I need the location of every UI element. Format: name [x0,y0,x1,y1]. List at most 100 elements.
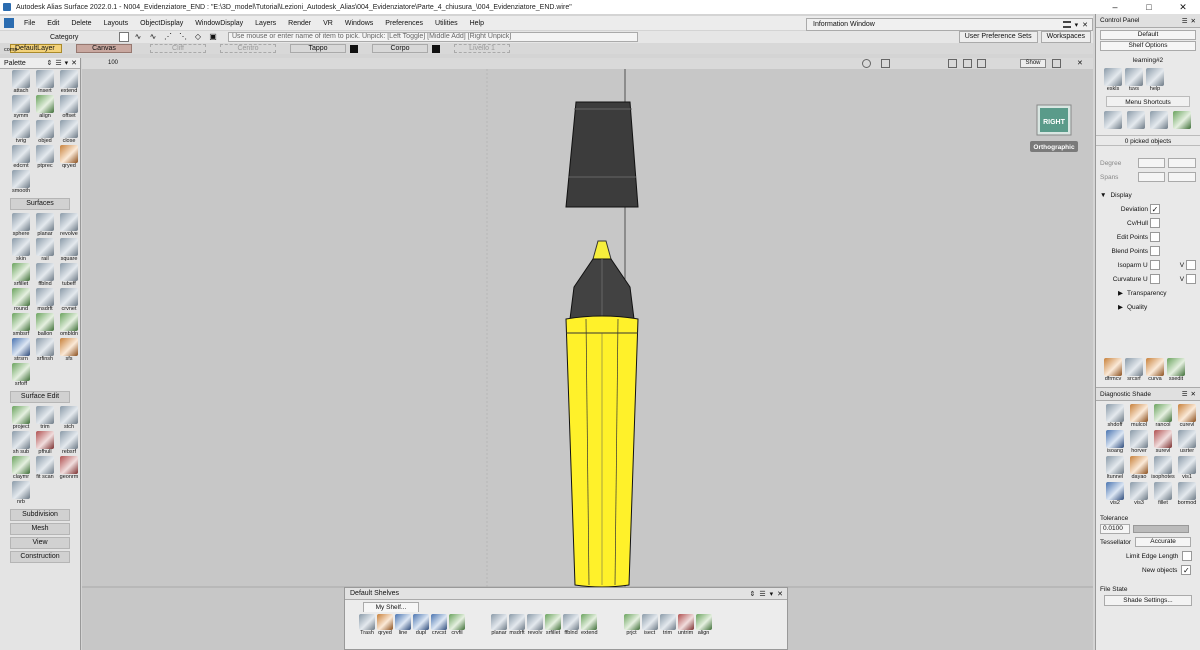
tool-vis2[interactable]: vis2 [1104,482,1126,507]
menu-layers[interactable]: Layers [249,20,282,27]
menu-layouts[interactable]: Layouts [98,20,135,27]
shortcut-doc-icon[interactable] [1127,111,1145,129]
view-tool-icon[interactable] [862,59,871,68]
tool-ffblnd[interactable]: ffblnd [34,263,56,288]
menu-windowdisplay[interactable]: WindowDisplay [189,20,249,27]
tool-claymr[interactable]: claymr [10,456,32,481]
shortcut-check-icon[interactable] [1173,111,1191,129]
viewport-canvas[interactable]: RIGHT Orthographic [82,69,1093,650]
menu-utilities[interactable]: Utilities [429,20,464,27]
highlighter-cap[interactable] [565,101,639,208]
tool-srfoff[interactable]: srfoff [10,363,32,388]
pick-cv-icon[interactable]: ⋱ [177,32,189,42]
cvhull-checkbox[interactable] [1150,218,1160,228]
menu-vr[interactable]: VR [317,20,339,27]
deviation-checkbox[interactable]: ✓ [1150,204,1160,214]
palette-resize-icon[interactable]: ⇕ [46,59,52,67]
shelf-menu-icon[interactable]: ☰ [759,590,765,598]
menu-shortcuts-tab[interactable]: Menu Shortcuts [1106,96,1190,107]
tool-rebsrf[interactable]: rebsrf [58,431,80,456]
minimize-icon[interactable]: – [1098,0,1132,14]
close-icon[interactable]: ✕ [1082,21,1088,29]
tool-srcsrf[interactable]: srcsrf [1125,358,1143,383]
quality-row[interactable]: ▶ Quality [1096,300,1200,314]
tool-qryed-shelf[interactable]: qryed [377,614,393,637]
tool-square[interactable]: square [58,238,80,263]
tool-round[interactable]: round [10,288,32,313]
tool-insert[interactable]: insert [34,70,56,95]
collapse-icon[interactable]: ▼ [1100,192,1106,199]
tool-trim[interactable]: trim [34,406,56,431]
tessellator-select[interactable]: Accurate [1135,537,1192,547]
curve-alt-icon[interactable]: ∿ [147,32,159,42]
section-subdivision[interactable]: Subdivision [10,509,70,521]
tool-srfinsh[interactable]: srfinsh [34,338,56,363]
maximize-icon[interactable]: □ [1132,0,1166,14]
tool-sphere[interactable]: sphere [10,213,32,238]
layer-tappo-swatch[interactable] [350,44,358,53]
tool-tubeff[interactable]: tubeff [58,263,80,288]
view-grid-icon[interactable] [881,59,890,68]
show-button[interactable]: Show [1020,59,1046,68]
tool-symm[interactable]: symm [10,95,32,120]
layer-default[interactable]: DefaultLayer [10,44,62,53]
tool-isoang[interactable]: isoang [1104,430,1126,455]
tool-srfillet[interactable]: srfillet [10,263,32,288]
tool-revolve[interactable]: revolve [58,213,80,238]
view-cube[interactable]: RIGHT [1036,104,1072,136]
shortcut-info-icon[interactable] [1150,111,1168,129]
tool-ombldn[interactable]: ombldn [58,313,80,338]
curvature-v-checkbox[interactable] [1186,274,1196,284]
tool-vis1[interactable]: vis1 [1176,456,1198,481]
tool-project[interactable]: project [10,406,32,431]
tool-qryed[interactable]: qryed [58,145,80,170]
layer-canvas[interactable]: Canvas [76,44,132,53]
tool-crvfil[interactable]: crvfil [449,614,465,637]
tolerance-input[interactable]: 0.0100 [1100,524,1130,534]
tool-vis3[interactable]: vis3 [1128,482,1150,507]
tolerance-slider[interactable] [1133,525,1189,533]
curve-icon[interactable]: ∿ [132,32,144,42]
menu-help[interactable]: Help [464,20,490,27]
menu-edit[interactable]: Edit [41,20,65,27]
tool-geonrm[interactable]: geonrm [58,456,80,481]
workspaces-button[interactable]: Workspaces [1040,31,1091,43]
tool-fitscan[interactable]: fit scan [34,456,56,481]
tool-help[interactable]: help [1146,68,1164,93]
transparency-row[interactable]: ▶ Transparency [1096,286,1200,300]
tool-dfrmcv[interactable]: dfrmcv [1104,358,1122,383]
view-frame-icon[interactable] [963,59,972,68]
tool-align[interactable]: align [34,95,56,120]
tool-msdrft[interactable]: msdrft [34,288,56,313]
curvature-u-checkbox[interactable] [1149,274,1160,284]
menu-windows[interactable]: Windows [339,20,379,27]
prompt-line[interactable]: Use mouse or enter name of item to pick.… [228,32,638,42]
display-section-header[interactable]: ▼ Display [1096,188,1200,202]
tool-pfhull[interactable]: pfhull [34,431,56,456]
layer-cliff[interactable]: Cliff [150,44,206,53]
tool-planar-shelf[interactable]: planar [491,614,507,637]
tool-align-shelf[interactable]: align [695,614,712,637]
tool-offset[interactable]: offset [58,95,80,120]
section-construction[interactable]: Construction [10,551,70,563]
editpoints-checkbox[interactable] [1150,232,1160,242]
section-surface-edit[interactable]: Surface Edit [10,391,70,403]
layer-tappo[interactable]: Tappo [290,44,346,53]
window-menu-icon[interactable] [1062,21,1071,28]
close-window-icon[interactable]: ✕ [1166,0,1200,14]
menu-preferences[interactable]: Preferences [379,20,429,27]
tool-nrb[interactable]: nrb [10,481,32,506]
degree-field-v[interactable] [1168,158,1196,168]
new-objects-checkbox[interactable]: ✓ [1181,565,1192,575]
menu-render[interactable]: Render [282,20,317,27]
shelf-resize-icon[interactable]: ⇕ [749,590,755,598]
menu-delete[interactable]: Delete [65,20,97,27]
tool-rancol[interactable]: rancol [1152,404,1174,429]
palette-menu-icon[interactable]: ☰ [55,59,61,67]
preset-select[interactable]: Default [1100,30,1196,40]
tool-curevl[interactable]: curevl [1176,404,1198,429]
point-icon[interactable]: ⋰ [162,32,174,42]
tool-close[interactable]: close [58,120,80,145]
palette-close-icon[interactable]: ✕ [71,59,77,67]
spans-field-v[interactable] [1168,172,1196,182]
